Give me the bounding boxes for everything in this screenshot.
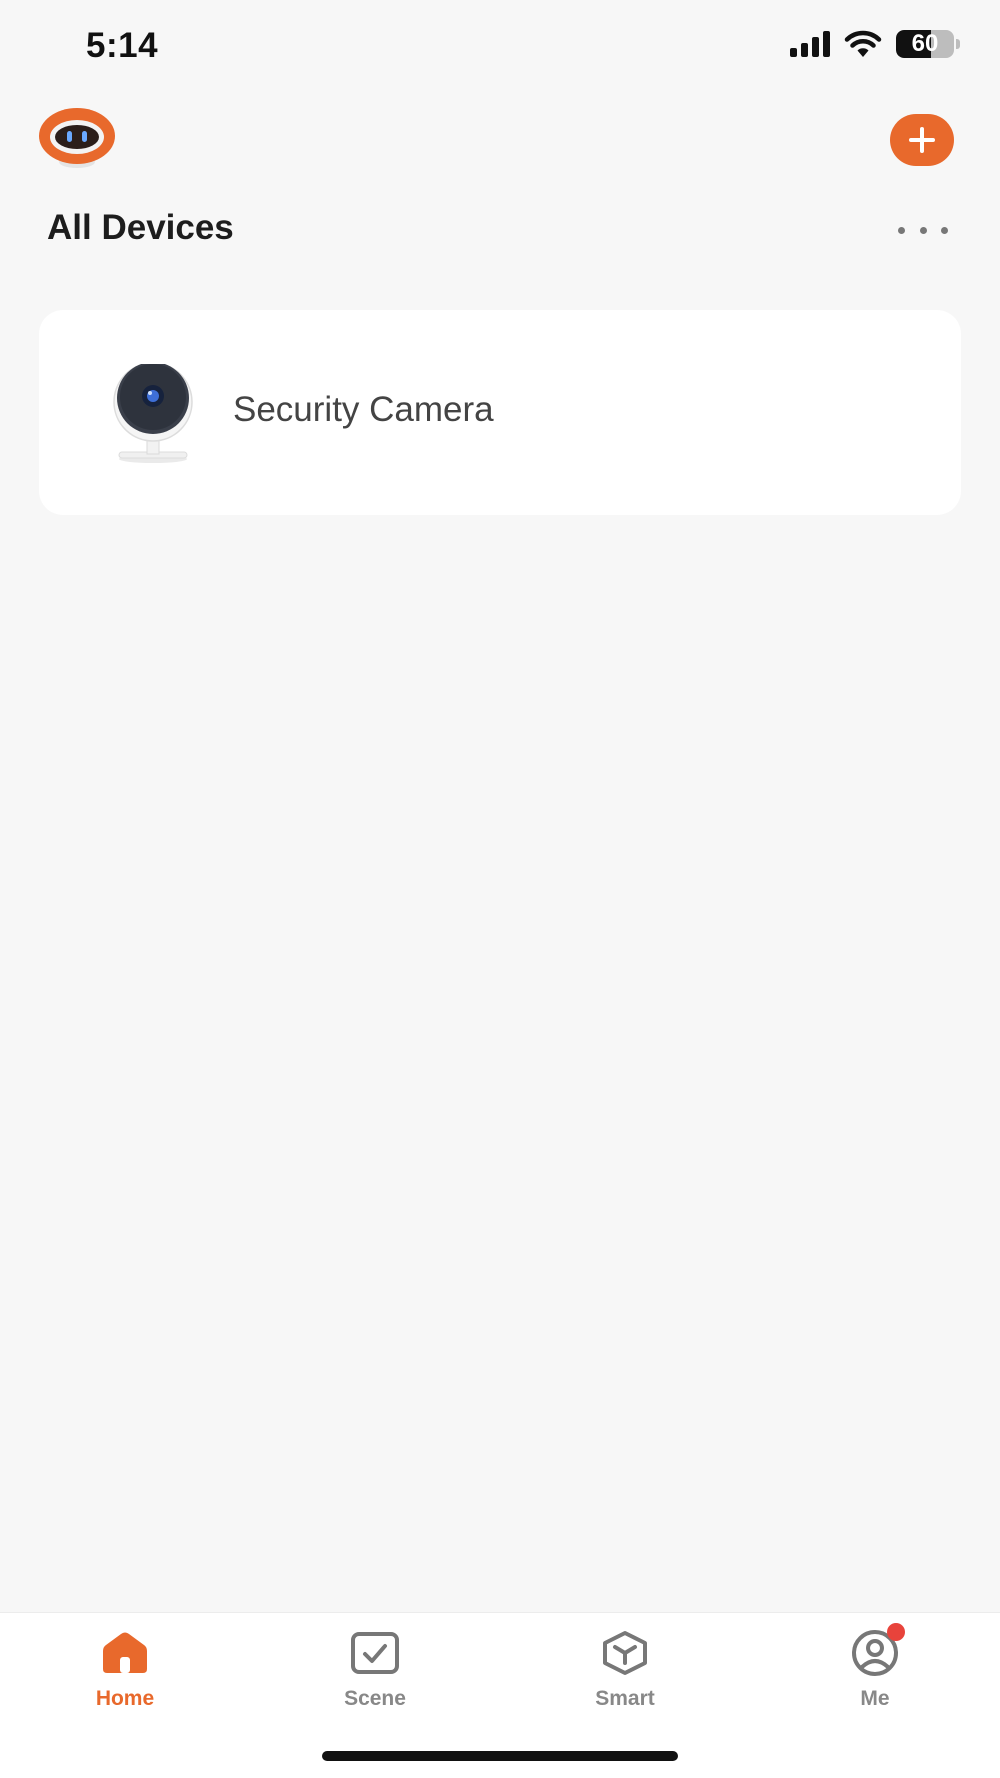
smart-cube-icon — [597, 1629, 653, 1677]
tab-label-scene: Scene — [344, 1687, 406, 1710]
home-indicator — [322, 1751, 678, 1761]
cellular-signal-icon — [790, 31, 830, 57]
add-device-button[interactable] — [890, 114, 954, 166]
more-horizontal-icon — [898, 226, 905, 234]
user-profile-icon — [847, 1623, 905, 1677]
plus-icon — [909, 127, 935, 153]
security-camera-icon — [103, 362, 203, 464]
wifi-icon — [844, 30, 882, 57]
tab-label-me: Me — [860, 1687, 890, 1710]
robot-avatar-icon[interactable] — [38, 106, 116, 170]
home-screen: 5:14 60 All Devices Security Camera Home… — [0, 0, 1000, 1778]
device-name: Security Camera — [233, 390, 494, 429]
battery-indicator: 60 — [896, 30, 960, 58]
battery-level: 60 — [911, 30, 939, 57]
more-options-button[interactable] — [898, 218, 948, 242]
tab-me[interactable]: Me — [775, 1623, 975, 1725]
battery-cap — [956, 39, 960, 49]
status-icons: 60 — [790, 30, 960, 58]
home-icon — [97, 1629, 153, 1677]
status-time: 5:14 — [86, 26, 159, 65]
tab-home[interactable]: Home — [25, 1629, 225, 1725]
tab-label-home: Home — [95, 1687, 155, 1710]
scene-check-icon — [347, 1629, 403, 1677]
tab-smart[interactable]: Smart — [525, 1629, 725, 1725]
notification-dot — [887, 1623, 905, 1641]
page-title: All Devices — [47, 208, 234, 247]
tab-label-smart: Smart — [595, 1687, 655, 1710]
tab-scene[interactable]: Scene — [275, 1629, 475, 1725]
battery-icon: 60 — [896, 30, 954, 58]
device-card[interactable]: Security Camera — [39, 310, 961, 515]
